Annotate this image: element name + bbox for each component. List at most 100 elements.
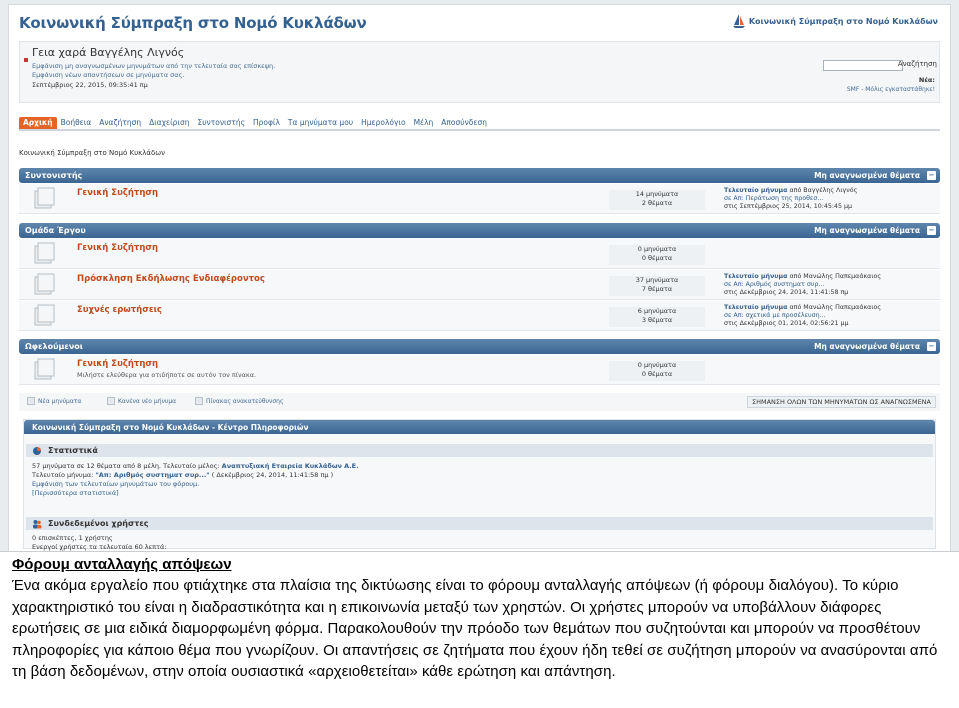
- online-header: Συνδεδεμένοι χρήστες: [26, 517, 933, 530]
- new-replies-link[interactable]: Εμφάνιση νέων απαντήσεων σε μηνύματα σας…: [32, 71, 184, 79]
- topic-count: 3 θέματα: [641, 316, 673, 324]
- nav-calendar[interactable]: Ημερολόγιο: [357, 117, 409, 129]
- unread-topics-link[interactable]: Μη αναγνωσμένα θέματα: [814, 171, 920, 180]
- board-status-icon: [34, 273, 55, 295]
- nav-help[interactable]: Βοήθεια: [57, 117, 96, 129]
- forum-screenshot: Κοινωνική Σύμπραξη στο Νομό Κυκλάδων Κοι…: [0, 0, 959, 552]
- topic-count: 7 θέματα: [641, 285, 673, 293]
- collapse-icon[interactable]: −: [927, 171, 936, 180]
- last-post-author[interactable]: από Βαγγέλης Λιγνός: [790, 187, 858, 194]
- sailboat-icon: [732, 14, 745, 28]
- category-header[interactable]: Ομάδα Έργου Μη αναγνωσμένα θέματα −: [19, 223, 940, 238]
- collapse-icon[interactable]: −: [927, 342, 936, 351]
- board-stats: 0 μηνύματα 0 θέματα: [609, 245, 705, 265]
- board-name[interactable]: Γενική Συζήτηση: [77, 188, 158, 198]
- nav-admin[interactable]: Διαχείριση: [145, 117, 193, 129]
- legend-no-new: Κανένα νέο μήνυμα: [107, 397, 176, 405]
- new-posts-icon: [27, 397, 35, 405]
- last-post: Τελευταίο μήνυμα από Μανώλης Παπεμαάκαιο…: [724, 273, 881, 297]
- board-status-icon: [34, 304, 55, 326]
- latest-post-link[interactable]: "Απ: Αριθμός συστηματ συρ...": [95, 471, 209, 479]
- users-icon: [33, 520, 42, 529]
- icon-legend: Νέα μηνύματα Κανένα νέο μήνυμα Πίνακας α…: [19, 393, 940, 411]
- active-users-label: Ενεργοί χρήστες τα τελευταία 60 λεπτά:: [32, 543, 167, 551]
- last-post-date: στις Δεκέμβριος 01, 2014, 02:56:21 μμ: [724, 320, 849, 327]
- latest-post-label: Τελευταίο μήνυμα:: [32, 471, 96, 479]
- last-post-date: στις Δεκέμβριος 24, 2014, 11:41:58 πμ: [724, 289, 849, 296]
- search-input[interactable]: [823, 60, 903, 71]
- last-post-subject[interactable]: σε Απ: Περάτωση της προθεσ...: [724, 195, 857, 203]
- latest-post-date: ( Δεκέμβριος 24, 2014, 11:41:58 πμ ): [209, 471, 334, 479]
- user-greeting: Γεια χαρά Βαγγέλης Λιγνός: [32, 46, 185, 59]
- collapse-icon[interactable]: −: [927, 226, 936, 235]
- breadcrumb[interactable]: Κοινωνική Σύμπραξη στο Νομό Κυκλάδων: [19, 149, 165, 157]
- online-title: Συνδεδεμένοι χρήστες: [48, 519, 149, 528]
- category-header[interactable]: Συντονιστής Μη αναγνωσμένα θέματα −: [19, 168, 940, 183]
- last-post-date: στις Σεπτέμβριος 25, 2014, 10:45:45 μμ: [724, 203, 853, 210]
- topic-count: 0 θέματα: [641, 370, 673, 378]
- caption-title: Φόρουμ ανταλλαγής απόψεων: [12, 556, 232, 573]
- nav-home[interactable]: Αρχική: [19, 117, 57, 129]
- current-date: Σεπτέμβριος 22, 2015, 09:35:41 πμ: [32, 81, 148, 89]
- category-title: Συντονιστής: [25, 171, 83, 180]
- board-stats: 6 μηνύματα 3 θέματα: [609, 307, 705, 327]
- nav-logout[interactable]: Αποσύνδεση: [437, 117, 491, 129]
- legend-redirect: Πίνακας ανακατεύθυνσης: [195, 397, 283, 405]
- post-count: 0 μηνύματα: [637, 361, 677, 369]
- unread-posts-link[interactable]: Εμφάνιση μη αναγνωσμένων μηνυμάτων από τ…: [32, 62, 275, 70]
- board-name[interactable]: Συχνές ερωτήσεις: [77, 305, 162, 315]
- stats-header: Στατιστικά: [26, 444, 933, 457]
- topic-count: 2 θέματα: [641, 199, 673, 207]
- mark-all-read-button[interactable]: ΣΗΜΑΝΣΗ ΟΛΩΝ ΤΩΝ ΜΗΝΥΜΑΤΩΝ ΩΣ ΑΝΑΓΝΩΣΜΕΝ…: [746, 396, 936, 408]
- board-stats: 0 μηνύματα 0 θέματα: [609, 361, 705, 381]
- more-stats-link[interactable]: [Περισσότερα στατιστικά]: [32, 489, 119, 498]
- topic-count: 0 θέματα: [641, 254, 673, 262]
- site-title[interactable]: Κοινωνική Σύμπραξη στο Νομό Κυκλάδων: [19, 14, 367, 32]
- last-post-label: Τελευταίο μήνυμα: [724, 187, 788, 194]
- last-post-label: Τελευταίο μήνυμα: [724, 304, 788, 311]
- stats-line: Τελευταίο μήνυμα: "Απ: Αριθμός συστηματ …: [32, 471, 333, 480]
- news-label: Νέα:: [918, 76, 935, 84]
- last-post-author[interactable]: από Μανώλης Παπεμαάκαιος: [790, 304, 882, 311]
- legend-new: Νέα μηνύματα: [27, 397, 81, 405]
- board-row: Συχνές ερωτήσεις 6 μηνύματα 3 θέματα Τελ…: [19, 301, 940, 331]
- last-post: Τελευταίο μήνυμα από Βαγγέλης Λιγνός σε …: [724, 187, 857, 211]
- search-button[interactable]: Αναζήτηση: [898, 60, 937, 68]
- last-post: Τελευταίο μήνυμα από Μανώλης Παπεμαάκαιο…: [724, 304, 881, 328]
- board-name[interactable]: Γενική Συζήτηση: [77, 359, 158, 369]
- unread-topics-link[interactable]: Μη αναγνωσμένα θέματα: [814, 342, 920, 351]
- stats-icon: [33, 447, 41, 455]
- category-title: Ομάδα Έργου: [25, 226, 86, 235]
- last-post-subject[interactable]: σε Απ: σχετικά με προσέλευση...: [724, 312, 881, 320]
- document-caption: Φόρουμ ανταλλαγής απόψεων Ένα ακόμα εργα…: [12, 556, 952, 683]
- board-stats: 37 μηνύματα 7 θέματα: [609, 276, 705, 296]
- info-center: Κοινωνική Σύμπραξη στο Νομό Κυκλάδων - Κ…: [23, 419, 936, 551]
- category-header[interactable]: Ωφελούμενοι Μη αναγνωσμένα θέματα −: [19, 339, 940, 354]
- unread-topics-link[interactable]: Μη αναγνωσμένα θέματα: [814, 226, 920, 235]
- nav-search[interactable]: Αναζήτηση: [95, 117, 145, 129]
- nav-members[interactable]: Μέλη: [410, 117, 438, 129]
- last-post-author[interactable]: από Μανώλης Παπεμαάκαιος: [790, 273, 882, 280]
- last-post-label: Τελευταίο μήνυμα: [724, 273, 788, 280]
- stats-summary: 57 μηνύματα σε 12 θέματα από 8 μέλη. Τελ…: [32, 462, 222, 470]
- board-name[interactable]: Γενική Συζήτηση: [77, 243, 158, 253]
- board-stats: 14 μηνύματα 2 θέματα: [609, 190, 705, 210]
- board-name[interactable]: Πρόσκληση Εκδήλωσης Ενδιαφέροντος: [77, 274, 265, 284]
- info-center-title[interactable]: Κοινωνική Σύμπραξη στο Νομό Κυκλάδων - Κ…: [24, 420, 935, 434]
- nav-moderate[interactable]: Συντονιστής: [193, 117, 249, 129]
- news-text: SMF - Μόλις εγκαταστάθηκε!: [846, 86, 935, 93]
- nav-profile[interactable]: Προφίλ: [249, 117, 284, 129]
- recent-posts-link[interactable]: Εμφάνιση των τελευταίων μηνυμάτων του φό…: [32, 480, 199, 489]
- legend-label: Κανένα νέο μήνυμα: [118, 397, 177, 405]
- latest-member-link[interactable]: Αναπτυξιακή Εταιρεία Κυκλάδων Α.Ε.: [222, 462, 359, 470]
- site-logo[interactable]: Κοινωνική Σύμπραξη στο Νομό Κυκλάδων: [732, 13, 938, 29]
- nav-divider: [19, 129, 940, 131]
- no-new-posts-icon: [107, 397, 115, 405]
- post-count: 37 μηνύματα: [635, 276, 679, 284]
- nav-my-messages[interactable]: Τα μηνύματα μου: [284, 117, 357, 129]
- forum-page: Κοινωνική Σύμπραξη στο Νομό Κυκλάδων Κοι…: [8, 4, 951, 551]
- board-row: Πρόσκληση Εκδήλωσης Ενδιαφέροντος 37 μην…: [19, 270, 940, 300]
- last-post-subject[interactable]: σε Απ: Αριθμός συστηματ συρ...: [724, 281, 881, 289]
- post-count: 14 μηνύματα: [635, 190, 679, 198]
- redirect-board-icon: [195, 397, 203, 405]
